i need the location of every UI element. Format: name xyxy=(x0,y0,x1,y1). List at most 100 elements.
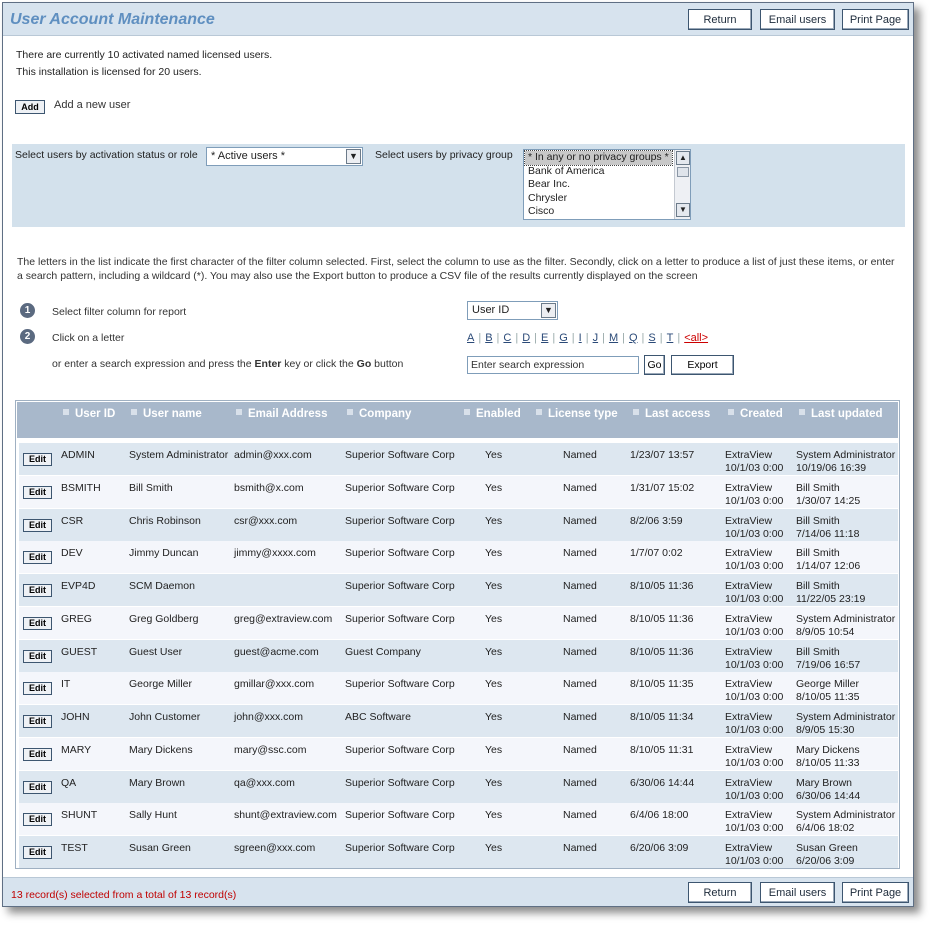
cell-created: ExtraView 10/1/03 0:00 xyxy=(725,744,783,770)
print-page-button[interactable]: Print Page xyxy=(842,9,909,30)
page-title: User Account Maintenance xyxy=(10,11,215,28)
search-expression-input[interactable]: Enter search expression xyxy=(467,356,639,374)
license-info: This installation is licensed for 20 use… xyxy=(16,66,202,78)
cell-license-type: Named xyxy=(563,612,597,625)
privacy-option[interactable]: Bank of America xyxy=(524,165,690,179)
cell-company: Superior Software Corp xyxy=(345,776,455,789)
updated-on: 8/9/05 10:54 xyxy=(796,625,855,638)
created-by: ExtraView xyxy=(725,547,773,560)
cell-user-id: DEV xyxy=(61,547,83,560)
email-users-button[interactable]: Email users xyxy=(760,9,835,30)
created-on: 10/1/03 0:00 xyxy=(725,625,784,638)
chevron-down-icon: ▼ xyxy=(541,303,556,318)
col-enabled[interactable]: Enabled xyxy=(464,408,521,420)
col-email[interactable]: Email Address xyxy=(236,408,327,420)
col-user-name[interactable]: User name xyxy=(131,408,202,420)
created-on: 10/1/03 0:00 xyxy=(725,494,784,507)
cell-last-access: 8/10/05 11:36 xyxy=(630,645,694,658)
edit-button[interactable]: Edit xyxy=(23,453,52,466)
scroll-down-icon[interactable]: ▼ xyxy=(676,203,690,217)
cell-license-type: Named xyxy=(563,678,597,691)
letter-link[interactable]: B xyxy=(485,332,492,344)
search-instr-text: button xyxy=(371,358,404,370)
edit-button[interactable]: Edit xyxy=(23,682,52,696)
letter-link[interactable]: D xyxy=(522,332,530,344)
return-button[interactable]: Return xyxy=(688,9,752,30)
privacy-option[interactable]: Bear Inc. xyxy=(524,178,690,192)
cell-enabled: Yes xyxy=(485,612,503,625)
privacy-group-listbox[interactable]: * In any or no privacy groups * Bank of … xyxy=(523,149,691,220)
cell-last-access: 8/2/06 3:59 xyxy=(630,514,683,527)
privacy-option[interactable]: Chrysler xyxy=(524,192,690,206)
step-1-label: Select filter column for report xyxy=(52,306,187,318)
cell-license-type: Named xyxy=(563,743,597,756)
scroll-thumb[interactable] xyxy=(677,167,689,177)
search-instructions: or enter a search expression and press t… xyxy=(52,358,403,370)
add-user-button[interactable]: Add xyxy=(15,100,45,114)
add-user-label: Add a new user xyxy=(54,99,131,111)
letter-link[interactable]: J xyxy=(593,332,599,344)
cell-last-access: 6/20/06 3:09 xyxy=(630,842,689,854)
privacy-option[interactable]: Cisco xyxy=(524,205,690,219)
edit-button[interactable]: Edit xyxy=(23,747,52,761)
all-letters-link[interactable]: <all> xyxy=(684,332,708,344)
cell-last-updated: System Administrator 8/9/05 10:54 xyxy=(796,613,895,639)
col-last-access[interactable]: Last access xyxy=(633,408,710,420)
letter-link[interactable]: I xyxy=(579,332,582,344)
updated-on: 10/19/06 16:39 xyxy=(796,462,867,474)
edit-button[interactable]: Edit xyxy=(23,518,52,532)
cell-license-type: Named xyxy=(563,809,597,822)
edit-button[interactable]: Edit xyxy=(23,813,52,827)
letter-link[interactable]: M xyxy=(609,332,618,344)
status-filter-select[interactable]: * Active users * ▼ xyxy=(206,147,363,166)
cell-email: gmillar@xxx.com xyxy=(234,678,315,691)
letter-link[interactable]: Q xyxy=(629,332,638,344)
privacy-option[interactable]: * In any or no privacy groups * xyxy=(524,150,673,166)
edit-button[interactable]: Edit xyxy=(23,846,52,859)
footer-bar: 13 record(s) selected from a total of 13… xyxy=(3,877,913,906)
letter-link[interactable]: T xyxy=(667,332,674,344)
edit-button[interactable]: Edit xyxy=(23,584,52,597)
cell-license-type: Named xyxy=(563,449,597,461)
export-button[interactable]: Export xyxy=(671,355,734,375)
cell-user-id: TEST xyxy=(61,842,88,854)
cell-user-id: CSR xyxy=(61,514,84,527)
cell-company: Superior Software Corp xyxy=(345,547,455,560)
cell-enabled: Yes xyxy=(485,809,503,822)
col-created[interactable]: Created xyxy=(728,408,783,420)
col-company[interactable]: Company xyxy=(347,408,411,420)
letter-link[interactable]: G xyxy=(559,332,568,344)
edit-button[interactable]: Edit xyxy=(23,551,52,565)
footer-email-users-button[interactable]: Email users xyxy=(760,882,835,903)
cell-company: Superior Software Corp xyxy=(345,743,455,756)
letter-link[interactable]: C xyxy=(503,332,511,344)
cell-created: ExtraView 10/1/03 0:00 xyxy=(725,580,783,606)
table-row: Edit SHUNT Sally Hunt shunt@extraview.com Su… xyxy=(19,803,898,836)
edit-button[interactable]: Edit xyxy=(23,649,52,663)
created-on: 10/1/03 0:00 xyxy=(725,593,784,605)
letter-link[interactable]: S xyxy=(648,332,655,344)
edit-button[interactable]: Edit xyxy=(23,485,52,499)
scroll-up-icon[interactable]: ▲ xyxy=(676,151,690,165)
table-row: Edit MARY Mary Dickens mary@ssc.com Superior… xyxy=(19,737,898,770)
cell-enabled: Yes xyxy=(485,743,503,756)
updated-by: System Administrator xyxy=(796,449,896,461)
footer-print-page-button[interactable]: Print Page xyxy=(842,882,909,903)
edit-button[interactable]: Edit xyxy=(23,616,52,630)
updated-by: System Administrator xyxy=(796,711,896,723)
edit-button[interactable]: Edit xyxy=(23,780,52,794)
letter-link[interactable]: E xyxy=(541,332,548,344)
letter-link[interactable]: A xyxy=(467,332,474,344)
cell-user-id: SHUNT xyxy=(61,809,98,822)
go-button[interactable]: Go xyxy=(644,355,665,375)
listbox-scrollbar[interactable]: ▲ ▼ xyxy=(674,150,690,219)
col-last-updated[interactable]: Last updated xyxy=(799,408,883,420)
table-header: User ID User name Email Address Company … xyxy=(17,402,898,440)
edit-button[interactable]: Edit xyxy=(23,715,52,728)
col-user-id[interactable]: User ID xyxy=(63,408,115,420)
cell-company: Superior Software Corp xyxy=(345,809,455,822)
col-license-type[interactable]: License type xyxy=(536,408,618,420)
cell-last-updated: System Administrator 10/19/06 16:39 xyxy=(796,449,895,475)
footer-return-button[interactable]: Return xyxy=(688,882,752,903)
filter-column-select[interactable]: User ID ▼ xyxy=(467,301,558,320)
